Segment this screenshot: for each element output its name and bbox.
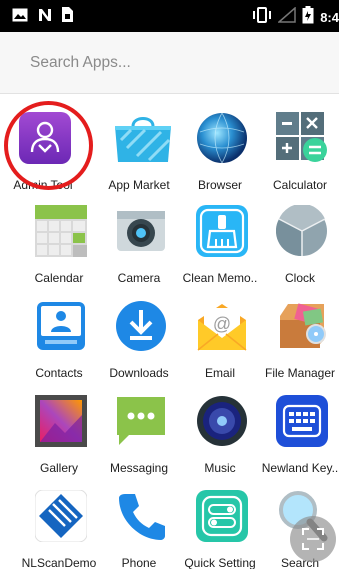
app-label: App Market — [108, 178, 170, 192]
app-label: Calculator — [272, 178, 328, 192]
phone-icon — [115, 490, 167, 542]
music-icon — [196, 395, 248, 447]
signal-icon — [277, 6, 296, 28]
calendar-icon — [35, 205, 87, 257]
app-label: Clean Memo.. — [182, 271, 258, 285]
app-label: Calendar — [34, 271, 84, 285]
app-label: Email — [204, 366, 235, 380]
status-time: 8:4 — [320, 10, 339, 25]
app-label: Quick Setting — [184, 556, 256, 569]
app-label: Music — [204, 461, 236, 475]
app-browser[interactable]: Browser — [179, 112, 261, 207]
app-drawer-screen: 8:4 Search Apps... Admin Tool App Market… — [0, 0, 339, 569]
quick-setting-icon — [196, 490, 248, 542]
app-calendar[interactable]: Calendar — [18, 205, 100, 300]
downloads-icon — [115, 300, 167, 352]
search-apps-bar[interactable]: Search Apps... — [0, 32, 339, 94]
contacts-icon — [35, 300, 87, 352]
app-clock[interactable]: Clock — [259, 203, 339, 300]
sim-doc-icon — [62, 7, 73, 27]
notification-n-icon — [38, 8, 52, 27]
app-label: Downloads — [109, 366, 169, 380]
status-bar: 8:4 — [0, 0, 339, 32]
browser-icon — [196, 112, 248, 164]
vibrate-icon — [252, 7, 272, 28]
app-label: Clock — [284, 271, 315, 285]
app-label: Gallery — [39, 461, 78, 475]
app-label: Phone — [121, 556, 157, 569]
app-email[interactable]: @ Email — [179, 300, 261, 395]
app-quick-setting[interactable]: Quick Setting — [179, 490, 261, 569]
app-label: NLScanDemo — [21, 556, 97, 569]
app-downloads[interactable]: Downloads — [98, 300, 180, 395]
app-nlscandemo[interactable]: NLScanDemo — [18, 489, 100, 569]
app-gallery[interactable]: Gallery — [18, 395, 100, 490]
scan-frame-icon — [301, 527, 325, 556]
messaging-icon — [115, 395, 167, 447]
app-app-market[interactable]: App Market — [98, 112, 180, 207]
newland-keyboard-icon — [276, 395, 328, 447]
camera-icon — [115, 205, 167, 257]
clock-icon — [275, 203, 328, 257]
app-label: Camera — [117, 271, 161, 285]
app-contacts[interactable]: Contacts — [18, 300, 100, 395]
email-icon: @ — [196, 300, 248, 352]
app-label: Browser — [197, 178, 242, 192]
battery-icon — [302, 6, 314, 29]
app-phone[interactable]: Phone — [98, 490, 180, 569]
nlscandemo-icon — [34, 489, 88, 543]
app-label: Newland Key.. — [261, 461, 339, 475]
clean-memory-icon — [196, 205, 248, 257]
app-label: Messaging — [109, 461, 169, 475]
app-newland-keyboard[interactable]: Newland Key.. — [259, 395, 339, 490]
image-icon — [12, 8, 28, 27]
floating-scan-button[interactable] — [290, 516, 336, 562]
app-label: Contacts — [35, 366, 83, 380]
search-input[interactable]: Search Apps... — [30, 54, 131, 72]
app-camera[interactable]: Camera — [98, 205, 180, 300]
app-messaging[interactable]: Messaging — [98, 395, 180, 490]
calculator-icon — [276, 112, 328, 164]
app-file-manager[interactable]: File Manager — [259, 300, 339, 395]
highlight-circle — [4, 101, 93, 190]
app-calculator[interactable]: Calculator — [259, 112, 339, 207]
file-manager-icon — [276, 300, 328, 352]
svg-text:@: @ — [213, 314, 231, 334]
gallery-icon — [35, 395, 87, 447]
app-music[interactable]: Music — [179, 395, 261, 490]
app-market-icon — [115, 112, 171, 164]
app-label: File Manager — [264, 366, 336, 380]
app-clean-memory[interactable]: Clean Memo.. — [179, 205, 261, 300]
